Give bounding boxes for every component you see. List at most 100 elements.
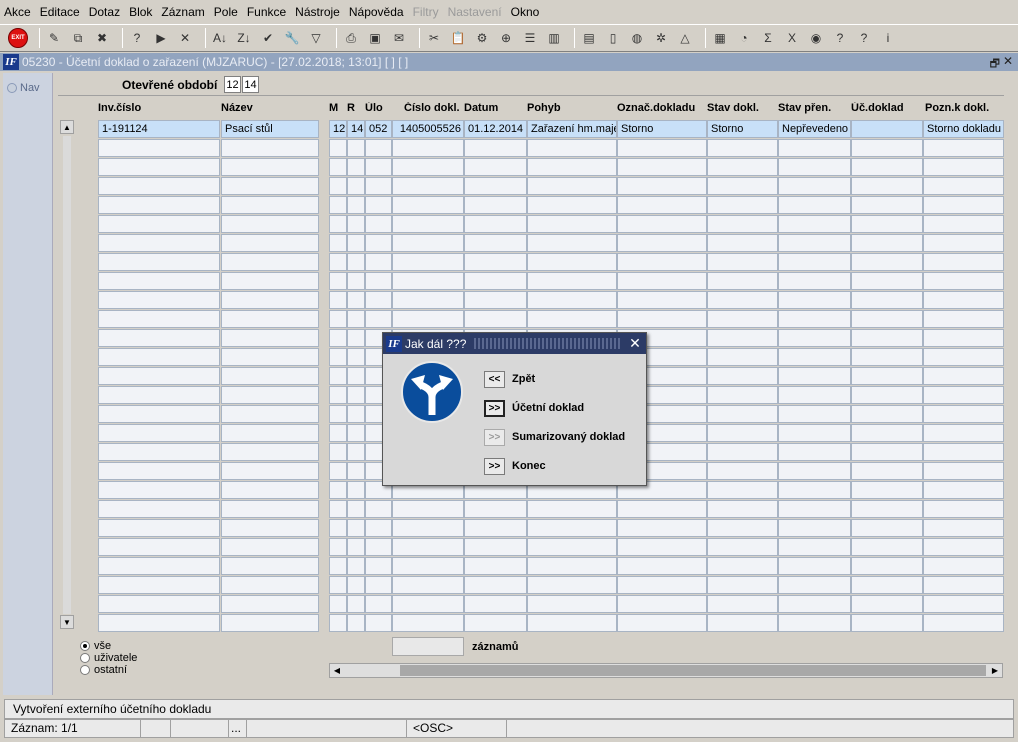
- document-icon[interactable]: ▯: [604, 29, 622, 47]
- grid-cell[interactable]: [392, 614, 464, 632]
- excel-icon[interactable]: X: [783, 29, 801, 47]
- grid-cell[interactable]: [923, 595, 1004, 613]
- grid-cell[interactable]: [329, 500, 347, 518]
- grid-cell[interactable]: [464, 519, 527, 537]
- grid-cell[interactable]: [778, 481, 851, 499]
- grid-cell[interactable]: [347, 405, 365, 423]
- grid-cell[interactable]: [347, 329, 365, 347]
- grid-cell[interactable]: [707, 462, 778, 480]
- grid-cell[interactable]: [221, 367, 319, 385]
- grid-cell[interactable]: [98, 310, 220, 328]
- grid-cell[interactable]: [464, 215, 527, 233]
- grid-cell[interactable]: [851, 120, 923, 138]
- grid-cell[interactable]: [707, 481, 778, 499]
- grid-cell[interactable]: [778, 215, 851, 233]
- grid-cell[interactable]: [98, 405, 220, 423]
- grid-cell[interactable]: [707, 405, 778, 423]
- grid-cell[interactable]: [851, 557, 923, 575]
- grid-cell[interactable]: [329, 215, 347, 233]
- grid-cell[interactable]: [98, 348, 220, 366]
- grid-cell[interactable]: [778, 329, 851, 347]
- menu-item-7[interactable]: Nástroje: [295, 5, 340, 19]
- grid-cell[interactable]: [527, 614, 617, 632]
- grid-cell[interactable]: [923, 443, 1004, 461]
- menu-item-6[interactable]: Funkce: [247, 5, 286, 19]
- print-icon[interactable]: ⎙: [342, 29, 360, 47]
- grid-cell[interactable]: [392, 177, 464, 195]
- grid-cell[interactable]: [98, 291, 220, 309]
- grid-cell[interactable]: [365, 139, 392, 157]
- grid-cell[interactable]: Storno: [617, 120, 707, 138]
- grid-cell[interactable]: [98, 253, 220, 271]
- grid-cell[interactable]: [329, 557, 347, 575]
- grid-cell[interactable]: [365, 500, 392, 518]
- grid-cell[interactable]: [527, 177, 617, 195]
- grid-cell[interactable]: [464, 595, 527, 613]
- grid-cell[interactable]: [923, 291, 1004, 309]
- grid-cell[interactable]: [329, 386, 347, 404]
- grid-cell[interactable]: [778, 614, 851, 632]
- grid-cell[interactable]: [778, 500, 851, 518]
- grid-cell[interactable]: [707, 595, 778, 613]
- period-year-field[interactable]: 14: [242, 76, 259, 93]
- grid-cell[interactable]: [98, 367, 220, 385]
- grid-cell[interactable]: [347, 158, 365, 176]
- sum-icon[interactable]: Σ: [759, 29, 777, 47]
- grid-cell[interactable]: [392, 253, 464, 271]
- grid-cell[interactable]: [392, 310, 464, 328]
- grid-cell[interactable]: [98, 386, 220, 404]
- grid-cell[interactable]: [98, 557, 220, 575]
- grid-cell[interactable]: [778, 519, 851, 537]
- mail-icon[interactable]: ✉: [390, 29, 408, 47]
- grid-cell[interactable]: [98, 139, 220, 157]
- grid-cell[interactable]: [923, 348, 1004, 366]
- grid-cell[interactable]: [98, 462, 220, 480]
- grid-cell[interactable]: [851, 519, 923, 537]
- grid-cell[interactable]: [778, 367, 851, 385]
- delete-record-icon[interactable]: ✖: [93, 29, 111, 47]
- grid-cell[interactable]: [617, 576, 707, 594]
- grid-cell[interactable]: [329, 310, 347, 328]
- grid-cell[interactable]: [329, 443, 347, 461]
- grid-cell[interactable]: [221, 405, 319, 423]
- grid-cell[interactable]: [221, 443, 319, 461]
- accounting-document-button[interactable]: >>: [484, 400, 505, 417]
- grid-cell[interactable]: [778, 272, 851, 290]
- grid-cell[interactable]: [527, 234, 617, 252]
- grid-cell[interactable]: [707, 139, 778, 157]
- grid-cell[interactable]: [347, 481, 365, 499]
- grid-cell[interactable]: [365, 253, 392, 271]
- grid-cell[interactable]: [707, 557, 778, 575]
- grid-cell[interactable]: [98, 481, 220, 499]
- grid-cell[interactable]: 14: [347, 120, 365, 138]
- grid-cell[interactable]: [329, 348, 347, 366]
- grid-cell[interactable]: [98, 196, 220, 214]
- grid-cell[interactable]: [98, 443, 220, 461]
- menu-item-0[interactable]: Akce: [4, 5, 31, 19]
- grid-cell[interactable]: [329, 367, 347, 385]
- grid-cell[interactable]: [464, 272, 527, 290]
- menu-item-4[interactable]: Záznam: [161, 5, 204, 19]
- grid-cell[interactable]: [347, 500, 365, 518]
- grid-cell[interactable]: [221, 595, 319, 613]
- menu-item-11[interactable]: Okno: [511, 5, 540, 19]
- cut-icon[interactable]: ✂: [425, 29, 443, 47]
- grid-cell[interactable]: [329, 538, 347, 556]
- grid-cell[interactable]: [329, 139, 347, 157]
- new-query-icon[interactable]: ?: [128, 29, 146, 47]
- grid-cell[interactable]: Storno dokladu: [923, 120, 1004, 138]
- radio-icon[interactable]: [80, 665, 90, 675]
- grid-cell[interactable]: [851, 139, 923, 157]
- grid-cell[interactable]: [707, 253, 778, 271]
- grid-cell[interactable]: [707, 386, 778, 404]
- horizontal-scroll-thumb[interactable]: [400, 665, 986, 676]
- grid-cell[interactable]: [347, 177, 365, 195]
- grid-cell[interactable]: [851, 595, 923, 613]
- grid-cell[interactable]: [392, 519, 464, 537]
- grid-cell[interactable]: [347, 576, 365, 594]
- grid-cell[interactable]: [347, 386, 365, 404]
- grid-cell[interactable]: [778, 177, 851, 195]
- filter-option-other[interactable]: ostatní: [80, 664, 127, 676]
- grid-cell[interactable]: [707, 424, 778, 442]
- grid-cell[interactable]: [617, 234, 707, 252]
